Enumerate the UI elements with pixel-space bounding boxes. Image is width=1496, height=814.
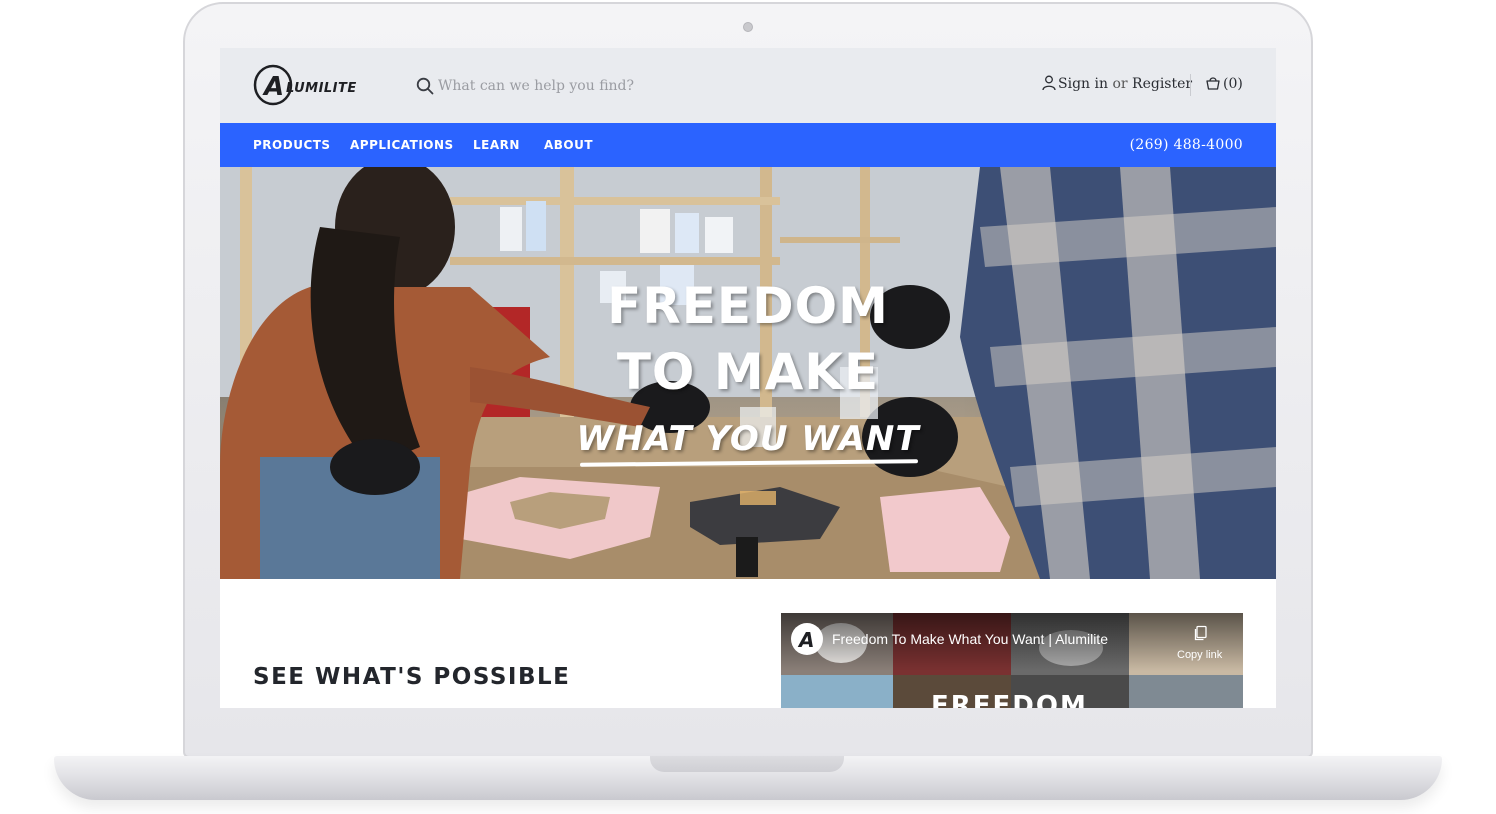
nav-item-products[interactable]: PRODUCTS: [253, 138, 331, 152]
cart-count[interactable]: (0): [1223, 76, 1243, 92]
alumilite-logo[interactable]: A LUMILITE: [253, 64, 377, 106]
main-nav: PRODUCTS APPLICATIONS LEARN ABOUT (269) …: [220, 123, 1276, 167]
laptop-notch: [650, 756, 844, 772]
hero-banner: FREEDOM TO MAKE WHAT YOU WANT: [220, 167, 1276, 579]
or-text: or: [1112, 76, 1128, 92]
nav-item-about[interactable]: ABOUT: [544, 138, 593, 152]
site-header: A LUMILITE Sign in or Register: [220, 48, 1276, 123]
video-overlay-word: FREEDOM: [931, 691, 1088, 708]
hero-tagline: WHAT YOU WANT: [576, 419, 920, 459]
header-divider: [1190, 74, 1191, 96]
copy-link-button[interactable]: Copy link: [1177, 649, 1222, 661]
cart-icon[interactable]: [1205, 75, 1221, 91]
sign-in-link[interactable]: Sign in: [1058, 76, 1108, 92]
hero-headline-line-1: FREEDOM: [607, 277, 889, 335]
register-link[interactable]: Register: [1132, 76, 1192, 92]
account-links: Sign in or Register: [1058, 76, 1192, 92]
camera: [743, 22, 753, 32]
search-icon[interactable]: [416, 77, 434, 95]
copy-icon[interactable]: [1193, 625, 1209, 641]
video-title[interactable]: Freedom To Make What You Want | Alumilit…: [832, 631, 1108, 647]
video-embed[interactable]: A Freedom To Make What You Want | Alumil…: [781, 613, 1243, 708]
nav-item-learn[interactable]: LEARN: [473, 138, 520, 152]
logo-wordmark: LUMILITE: [286, 81, 357, 96]
browser-screen: A LUMILITE Sign in or Register: [220, 48, 1276, 708]
user-icon: [1042, 75, 1056, 91]
phone-number[interactable]: (269) 488-4000: [1130, 137, 1243, 153]
section-title: SEE WHAT'S POSSIBLE: [253, 664, 571, 690]
search-input[interactable]: [438, 73, 738, 99]
channel-avatar-icon[interactable]: A: [791, 623, 823, 655]
svg-text:A: A: [797, 628, 814, 652]
svg-text:A: A: [262, 72, 284, 102]
hero-headline-line-2: TO MAKE: [616, 343, 880, 401]
nav-item-applications[interactable]: APPLICATIONS: [350, 138, 454, 152]
